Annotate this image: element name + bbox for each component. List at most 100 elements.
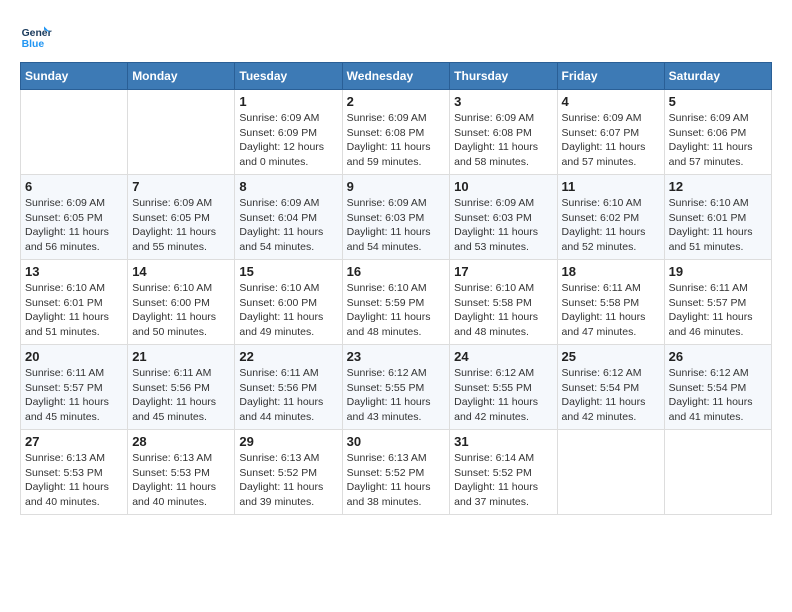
day-number: 24 (454, 349, 552, 364)
day-detail: Sunrise: 6:09 AM Sunset: 6:07 PM Dayligh… (562, 111, 660, 170)
day-number: 30 (347, 434, 446, 449)
calendar-cell: 11 Sunrise: 6:10 AM Sunset: 6:02 PM Dayli… (557, 175, 664, 260)
day-detail: Sunrise: 6:10 AM Sunset: 5:58 PM Dayligh… (454, 281, 552, 340)
calendar-cell: 26 Sunrise: 6:12 AM Sunset: 5:54 PM Dayli… (664, 345, 771, 430)
day-number: 1 (239, 94, 337, 109)
day-number: 2 (347, 94, 446, 109)
calendar-cell: 2 Sunrise: 6:09 AM Sunset: 6:08 PM Daylig… (342, 90, 450, 175)
calendar-cell: 10 Sunrise: 6:09 AM Sunset: 6:03 PM Dayli… (450, 175, 557, 260)
calendar-header: SundayMondayTuesdayWednesdayThursdayFrid… (21, 63, 772, 90)
day-number: 8 (239, 179, 337, 194)
day-detail: Sunrise: 6:12 AM Sunset: 5:54 PM Dayligh… (562, 366, 660, 425)
header-thursday: Thursday (450, 63, 557, 90)
day-number: 27 (25, 434, 123, 449)
calendar-body: 1 Sunrise: 6:09 AM Sunset: 6:09 PM Daylig… (21, 90, 772, 515)
calendar-cell: 18 Sunrise: 6:11 AM Sunset: 5:58 PM Dayli… (557, 260, 664, 345)
svg-text:General: General (22, 28, 52, 39)
day-detail: Sunrise: 6:10 AM Sunset: 5:59 PM Dayligh… (347, 281, 446, 340)
day-number: 3 (454, 94, 552, 109)
day-detail: Sunrise: 6:09 AM Sunset: 6:04 PM Dayligh… (239, 196, 337, 255)
day-detail: Sunrise: 6:11 AM Sunset: 5:57 PM Dayligh… (25, 366, 123, 425)
calendar-cell: 25 Sunrise: 6:12 AM Sunset: 5:54 PM Dayli… (557, 345, 664, 430)
logo-icon: General Blue (20, 20, 52, 52)
calendar-cell (664, 430, 771, 515)
day-number: 26 (669, 349, 767, 364)
calendar-cell: 29Sunrise: 6:13 AM Sunset: 5:52 PM Dayli… (235, 430, 342, 515)
day-number: 9 (347, 179, 446, 194)
day-detail: Sunrise: 6:14 AM Sunset: 5:52 PM Dayligh… (454, 451, 552, 510)
header-row: SundayMondayTuesdayWednesdayThursdayFrid… (21, 63, 772, 90)
page-header: General Blue (20, 20, 772, 52)
calendar-cell: 23 Sunrise: 6:12 AM Sunset: 5:55 PM Dayli… (342, 345, 450, 430)
week-row-3: 20 Sunrise: 6:11 AM Sunset: 5:57 PM Dayli… (21, 345, 772, 430)
day-number: 6 (25, 179, 123, 194)
calendar-table: SundayMondayTuesdayWednesdayThursdayFrid… (20, 62, 772, 515)
calendar-cell: 30Sunrise: 6:13 AM Sunset: 5:52 PM Dayli… (342, 430, 450, 515)
day-number: 4 (562, 94, 660, 109)
day-detail: Sunrise: 6:12 AM Sunset: 5:55 PM Dayligh… (347, 366, 446, 425)
week-row-1: 6 Sunrise: 6:09 AM Sunset: 6:05 PM Daylig… (21, 175, 772, 260)
day-number: 19 (669, 264, 767, 279)
calendar-cell: 3 Sunrise: 6:09 AM Sunset: 6:08 PM Daylig… (450, 90, 557, 175)
day-number: 21 (132, 349, 230, 364)
day-number: 15 (239, 264, 337, 279)
day-number: 12 (669, 179, 767, 194)
day-number: 23 (347, 349, 446, 364)
day-detail: Sunrise: 6:11 AM Sunset: 5:56 PM Dayligh… (132, 366, 230, 425)
day-detail: Sunrise: 6:10 AM Sunset: 6:00 PM Dayligh… (239, 281, 337, 340)
day-detail: Sunrise: 6:09 AM Sunset: 6:03 PM Dayligh… (454, 196, 552, 255)
day-detail: Sunrise: 6:09 AM Sunset: 6:09 PM Dayligh… (239, 111, 337, 170)
header-saturday: Saturday (664, 63, 771, 90)
calendar-cell: 5Sunrise: 6:09 AM Sunset: 6:06 PM Daylig… (664, 90, 771, 175)
day-number: 29 (239, 434, 337, 449)
calendar-cell: 14Sunrise: 6:10 AM Sunset: 6:00 PM Dayli… (128, 260, 235, 345)
svg-text:Blue: Blue (22, 39, 45, 50)
day-number: 17 (454, 264, 552, 279)
calendar-cell: 13 Sunrise: 6:10 AM Sunset: 6:01 PM Dayli… (21, 260, 128, 345)
day-detail: Sunrise: 6:13 AM Sunset: 5:53 PM Dayligh… (25, 451, 123, 510)
calendar-cell: 4 Sunrise: 6:09 AM Sunset: 6:07 PM Daylig… (557, 90, 664, 175)
calendar-cell: 15 Sunrise: 6:10 AM Sunset: 6:00 PM Dayli… (235, 260, 342, 345)
calendar-cell: 22 Sunrise: 6:11 AM Sunset: 5:56 PM Dayli… (235, 345, 342, 430)
calendar-cell (557, 430, 664, 515)
day-detail: Sunrise: 6:13 AM Sunset: 5:53 PM Dayligh… (132, 451, 230, 510)
day-detail: Sunrise: 6:09 AM Sunset: 6:08 PM Dayligh… (454, 111, 552, 170)
day-detail: Sunrise: 6:09 AM Sunset: 6:05 PM Dayligh… (132, 196, 230, 255)
day-detail: Sunrise: 6:10 AM Sunset: 6:02 PM Dayligh… (562, 196, 660, 255)
day-detail: Sunrise: 6:10 AM Sunset: 6:00 PM Dayligh… (132, 281, 230, 340)
calendar-cell: 28 Sunrise: 6:13 AM Sunset: 5:53 PM Dayli… (128, 430, 235, 515)
header-wednesday: Wednesday (342, 63, 450, 90)
day-number: 25 (562, 349, 660, 364)
day-detail: Sunrise: 6:12 AM Sunset: 5:54 PM Dayligh… (669, 366, 767, 425)
calendar-cell (21, 90, 128, 175)
calendar-cell: 19Sunrise: 6:11 AM Sunset: 5:57 PM Dayli… (664, 260, 771, 345)
calendar-cell (128, 90, 235, 175)
day-detail: Sunrise: 6:10 AM Sunset: 6:01 PM Dayligh… (25, 281, 123, 340)
day-detail: Sunrise: 6:11 AM Sunset: 5:56 PM Dayligh… (239, 366, 337, 425)
calendar-cell: 17 Sunrise: 6:10 AM Sunset: 5:58 PM Dayli… (450, 260, 557, 345)
header-monday: Monday (128, 63, 235, 90)
day-number: 10 (454, 179, 552, 194)
day-number: 22 (239, 349, 337, 364)
day-number: 11 (562, 179, 660, 194)
day-detail: Sunrise: 6:10 AM Sunset: 6:01 PM Dayligh… (669, 196, 767, 255)
calendar-cell: 8 Sunrise: 6:09 AM Sunset: 6:04 PM Daylig… (235, 175, 342, 260)
day-detail: Sunrise: 6:11 AM Sunset: 5:58 PM Dayligh… (562, 281, 660, 340)
day-number: 5 (669, 94, 767, 109)
calendar-cell: 27 Sunrise: 6:13 AM Sunset: 5:53 PM Dayli… (21, 430, 128, 515)
logo: General Blue (20, 20, 52, 52)
week-row-2: 13 Sunrise: 6:10 AM Sunset: 6:01 PM Dayli… (21, 260, 772, 345)
calendar-cell: 21 Sunrise: 6:11 AM Sunset: 5:56 PM Dayli… (128, 345, 235, 430)
calendar-cell: 1 Sunrise: 6:09 AM Sunset: 6:09 PM Daylig… (235, 90, 342, 175)
day-number: 28 (132, 434, 230, 449)
day-number: 13 (25, 264, 123, 279)
calendar-cell: 16Sunrise: 6:10 AM Sunset: 5:59 PM Dayli… (342, 260, 450, 345)
calendar-cell: 12 Sunrise: 6:10 AM Sunset: 6:01 PM Dayli… (664, 175, 771, 260)
day-number: 7 (132, 179, 230, 194)
day-number: 18 (562, 264, 660, 279)
calendar-cell: 7 Sunrise: 6:09 AM Sunset: 6:05 PM Daylig… (128, 175, 235, 260)
week-row-4: 27 Sunrise: 6:13 AM Sunset: 5:53 PM Dayli… (21, 430, 772, 515)
day-detail: Sunrise: 6:09 AM Sunset: 6:08 PM Dayligh… (347, 111, 446, 170)
header-tuesday: Tuesday (235, 63, 342, 90)
day-number: 20 (25, 349, 123, 364)
